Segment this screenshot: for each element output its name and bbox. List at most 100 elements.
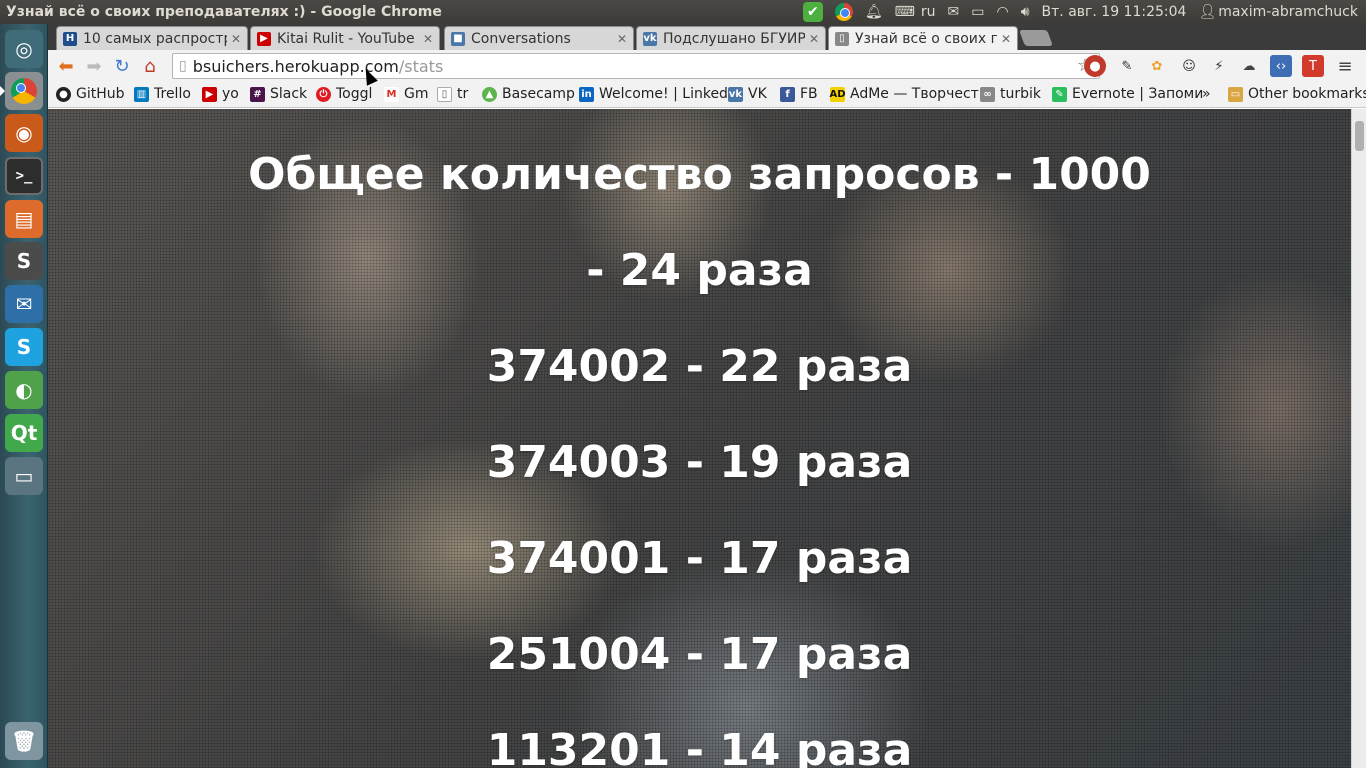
- tab-favicon-icon: vk: [643, 31, 657, 46]
- window-launcher-icon[interactable]: ▭: [5, 457, 43, 495]
- scrollbar-thumb[interactable]: [1355, 121, 1364, 151]
- trash-icon[interactable]: 🗑︎: [5, 722, 43, 760]
- reload-button[interactable]: ↻: [108, 52, 136, 80]
- github-icon: ●: [56, 86, 71, 102]
- bookmark-label: Toggl: [336, 86, 373, 102]
- bookmarks-bar: ● GitHub ▥ Trello ▶ yo # Slack ⏻ Toggl M Gm ▯ t…: [48, 82, 1366, 108]
- stat-row: 374003 - 19 раза: [486, 437, 913, 488]
- lightning-extension-icon[interactable]: ⚡: [1208, 55, 1230, 77]
- todoist-extension-icon[interactable]: T: [1302, 55, 1324, 77]
- wifi-icon[interactable]: ◠: [991, 0, 1015, 24]
- stat-row: 251004 - 17 раза: [486, 629, 913, 680]
- chrome-launcher-icon[interactable]: [5, 72, 43, 110]
- tab-close-icon[interactable]: ✕: [809, 32, 819, 46]
- bookmark-github[interactable]: ● GitHub: [56, 86, 125, 102]
- tab-strip: H 10 самых распростра ✕ ▶ Kitai Rulit - …: [48, 24, 1366, 50]
- tab-close-icon[interactable]: ✕: [423, 32, 433, 46]
- page-icon: ▯: [179, 58, 187, 74]
- trello-icon: ▥: [134, 86, 149, 102]
- new-tab-button[interactable]: [1019, 30, 1053, 46]
- tab-4[interactable]: vk Подслушано БГУИР ✕: [636, 26, 826, 50]
- bookmarks-more-button[interactable]: »: [1202, 86, 1211, 102]
- bookmark-adme[interactable]: AD AdMe — Творчест: [829, 86, 978, 102]
- stat-row: - 24 раза: [586, 245, 813, 296]
- bookmark-linkedin[interactable]: in Welcome! | Linked: [579, 86, 728, 102]
- adblock-extension-icon[interactable]: ●: [1084, 55, 1106, 77]
- owl-extension-icon[interactable]: ☺: [1178, 55, 1200, 77]
- menu-icon[interactable]: ≡: [1334, 55, 1356, 77]
- sync-check-icon[interactable]: ✔: [797, 0, 829, 24]
- bookmark-gmail[interactable]: M Gm: [384, 86, 429, 102]
- page-heading: Общее количество запросов - 1000: [248, 149, 1151, 200]
- user-icon[interactable]: 👤︎: [1192, 0, 1218, 24]
- bookmark-vk[interactable]: vk VK: [728, 86, 767, 102]
- more-chevron-icon: »: [1202, 86, 1211, 102]
- bookmark-label: VK: [748, 86, 767, 102]
- skype-launcher-icon[interactable]: S: [5, 328, 43, 366]
- bookmark-label: tr: [457, 86, 469, 102]
- keyboard-icon[interactable]: ⌨: [889, 0, 921, 24]
- forward-button[interactable]: ➡: [80, 52, 108, 80]
- bookmark-slack[interactable]: # Slack: [250, 86, 307, 102]
- tab-close-icon[interactable]: ✕: [617, 32, 627, 46]
- tab-title: Kitai Rulit - YouTube: [277, 30, 415, 47]
- folder-icon: ▭: [1228, 86, 1243, 102]
- turbik-icon: ∞: [980, 86, 995, 102]
- mail-icon[interactable]: ✉: [942, 0, 966, 24]
- home-button[interactable]: ⌂: [136, 52, 164, 80]
- bookmark-basecamp[interactable]: ▲ Basecamp: [482, 86, 575, 102]
- pinwheel-extension-icon[interactable]: ✿: [1146, 55, 1168, 77]
- back-button[interactable]: ⬅: [52, 52, 80, 80]
- user-name[interactable]: maxim-abramchuck: [1218, 0, 1366, 24]
- code-extension-icon[interactable]: ‹›: [1270, 55, 1292, 77]
- qtcreator-launcher-icon[interactable]: Qt: [5, 414, 43, 452]
- sublime-launcher-icon[interactable]: S: [5, 242, 43, 280]
- bookmark-label: yo: [222, 86, 239, 102]
- tab-close-icon[interactable]: ✕: [231, 32, 241, 46]
- address-bar[interactable]: ▯ bsuichers.herokuapp.com /stats ☆: [172, 53, 1100, 79]
- terminal-launcher-icon[interactable]: >_: [5, 157, 43, 195]
- facebook-icon: f: [780, 86, 795, 102]
- slack-icon: #: [250, 86, 265, 102]
- bookmark-label: GitHub: [76, 86, 125, 102]
- bookmark-label: Gm: [404, 86, 429, 102]
- bookmark-fb[interactable]: f FB: [780, 86, 818, 102]
- vk-icon: vk: [728, 86, 743, 102]
- tab-favicon-icon: ▯: [835, 31, 849, 46]
- stat-row: 374001 - 17 раза: [486, 533, 913, 584]
- dash-home-icon[interactable]: ◎: [5, 30, 43, 68]
- youtube-icon: ▶: [202, 86, 217, 102]
- thunderbird-launcher-icon[interactable]: ✉: [5, 285, 43, 323]
- unity-launcher: ◎ ◉ >_ ▤ S ✉ S ◐ Qt ▭ 🗑︎: [0, 24, 48, 768]
- bookmark-label: Basecamp: [502, 86, 575, 102]
- tab-close-icon[interactable]: ✕: [1001, 32, 1011, 46]
- gmail-icon: M: [384, 86, 399, 102]
- tab-2[interactable]: ▶ Kitai Rulit - YouTube ✕: [250, 26, 440, 50]
- bookmark-tr[interactable]: ▯ tr: [437, 86, 468, 102]
- bookmark-label: Trello: [154, 86, 191, 102]
- bookmark-toggl[interactable]: ⏻ Toggl: [316, 86, 372, 102]
- notification-bell-icon[interactable]: 🔔︎: [859, 0, 889, 24]
- bookmark-label: Other bookmarks: [1248, 86, 1366, 102]
- volume-icon[interactable]: 🔊︎: [1015, 0, 1036, 24]
- bookmark-turbik[interactable]: ∞ turbik: [980, 86, 1041, 102]
- tab-1[interactable]: H 10 самых распростра ✕: [56, 26, 248, 50]
- bookmark-trello[interactable]: ▥ Trello: [134, 86, 191, 102]
- keyboard-layout[interactable]: ru: [921, 0, 942, 24]
- battery-icon[interactable]: ▭: [965, 0, 990, 24]
- other-bookmarks[interactable]: ▭ Other bookmarks: [1228, 86, 1366, 102]
- bookmark-evernote[interactable]: ✎ Evernote | Запоми: [1052, 86, 1203, 102]
- files-launcher-icon[interactable]: ▤: [5, 200, 43, 238]
- tab-3[interactable]: ■ Conversations ✕: [444, 26, 634, 50]
- app-launcher-icon[interactable]: ◐: [5, 371, 43, 409]
- bookmark-yo[interactable]: ▶ yo: [202, 86, 239, 102]
- clock[interactable]: Вт. авг. 19 11:25:04: [1036, 0, 1193, 24]
- cloud-upload-extension-icon[interactable]: ☁: [1238, 55, 1260, 77]
- eyedropper-extension-icon[interactable]: ✎: [1116, 55, 1138, 77]
- page-scrollbar[interactable]: [1351, 109, 1366, 768]
- tab-5-active[interactable]: ▯ Узнай всё о своих пр ✕: [828, 26, 1018, 50]
- tab-title: Узнай всё о своих пр: [855, 30, 997, 47]
- firefox-launcher-icon[interactable]: ◉: [5, 114, 43, 152]
- chrome-indicator-icon[interactable]: [829, 0, 859, 24]
- adme-icon: AD: [829, 86, 846, 102]
